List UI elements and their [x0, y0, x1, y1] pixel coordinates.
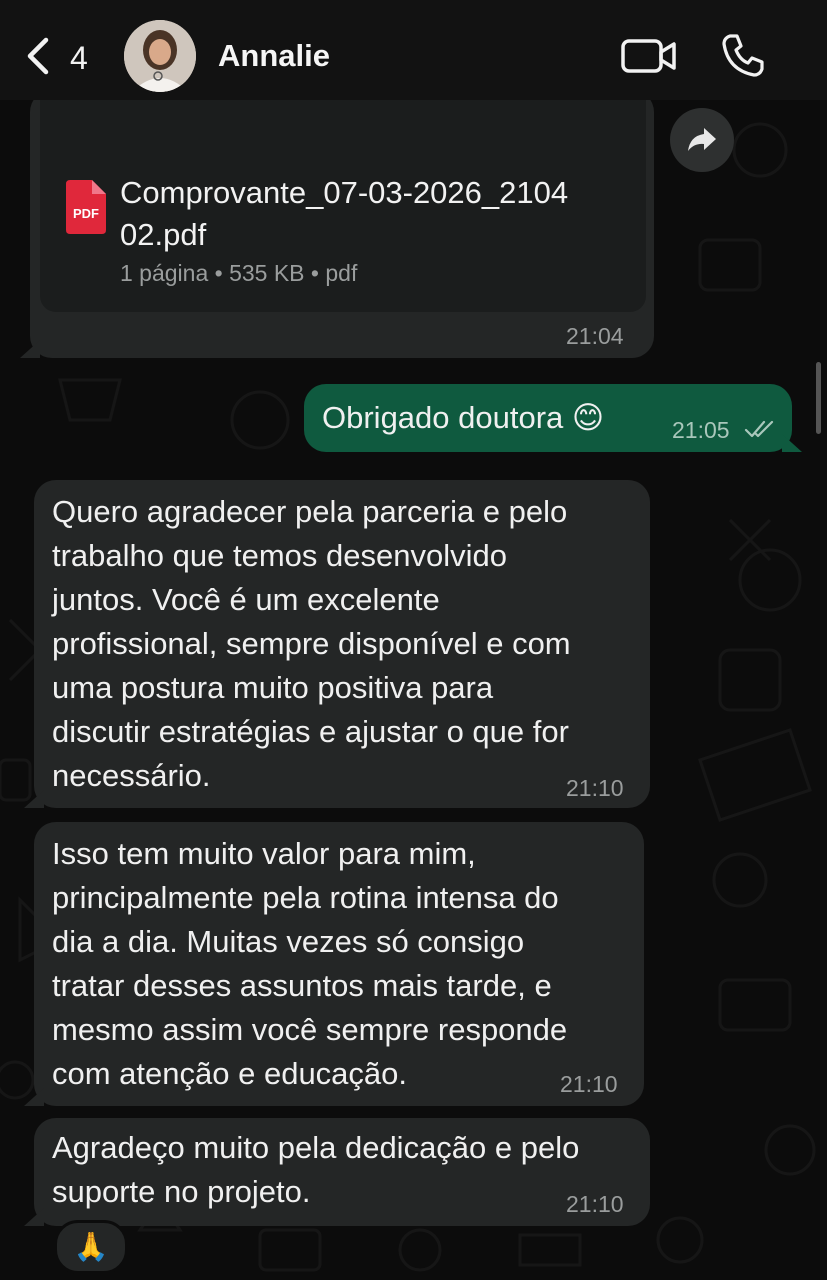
outgoing-message-bubble[interactable]: Obrigado doutora 😊 21:05	[304, 384, 792, 452]
document-file-name: Comprovante_07-03-2026_2104 02.pdf	[120, 175, 569, 252]
document-meta: 1 página • 535 KB • pdf	[120, 260, 358, 286]
message-text: Obrigado doutora 😊	[322, 400, 605, 435]
message-time: 21:10	[566, 775, 624, 801]
message-text: Agradeço muito pela dedicação e pelo sup…	[52, 1130, 580, 1209]
message-time: 21:10	[566, 1191, 624, 1217]
chat-header: 4 Annalie	[0, 0, 827, 100]
contact-name[interactable]: Annalie	[218, 36, 330, 76]
forward-arrow-icon	[688, 128, 716, 151]
chat-screen: 4 Annalie PDF Comprovante_07-03-2026_210…	[0, 0, 827, 1280]
message-reaction[interactable]: 🙏	[54, 1220, 128, 1274]
forward-button[interactable]	[670, 108, 734, 172]
message-time: 21:04	[566, 323, 624, 349]
double-check-icon	[744, 420, 774, 438]
message-text: Isso tem muito valor para mim, principal…	[52, 836, 568, 1091]
message-text: Quero agradecer pela parceria e pelo tra…	[52, 494, 571, 793]
phone-icon[interactable]	[720, 32, 766, 78]
message-time: 21:10	[560, 1071, 618, 1097]
incoming-message-bubble[interactable]: Quero agradecer pela parceria e pelo tra…	[34, 480, 650, 808]
chevron-left-icon[interactable]	[22, 36, 52, 76]
message-time: 21:05	[672, 417, 730, 443]
pdf-icon-label: PDF	[73, 206, 99, 221]
avatar-image	[124, 20, 196, 92]
pdf-file-icon: PDF	[66, 180, 106, 234]
incoming-message-bubble[interactable]: Isso tem muito valor para mim, principal…	[34, 822, 644, 1106]
video-camera-icon[interactable]	[620, 36, 678, 76]
document-card[interactable]: PDF Comprovante_07-03-2026_2104 02.pdf 1…	[40, 100, 646, 312]
scrollbar[interactable]	[816, 362, 821, 434]
incoming-message-bubble[interactable]: Agradeço muito pela dedicação e pelo sup…	[34, 1118, 650, 1226]
contact-avatar[interactable]	[124, 20, 196, 92]
back-unread-count[interactable]: 4	[70, 38, 88, 78]
